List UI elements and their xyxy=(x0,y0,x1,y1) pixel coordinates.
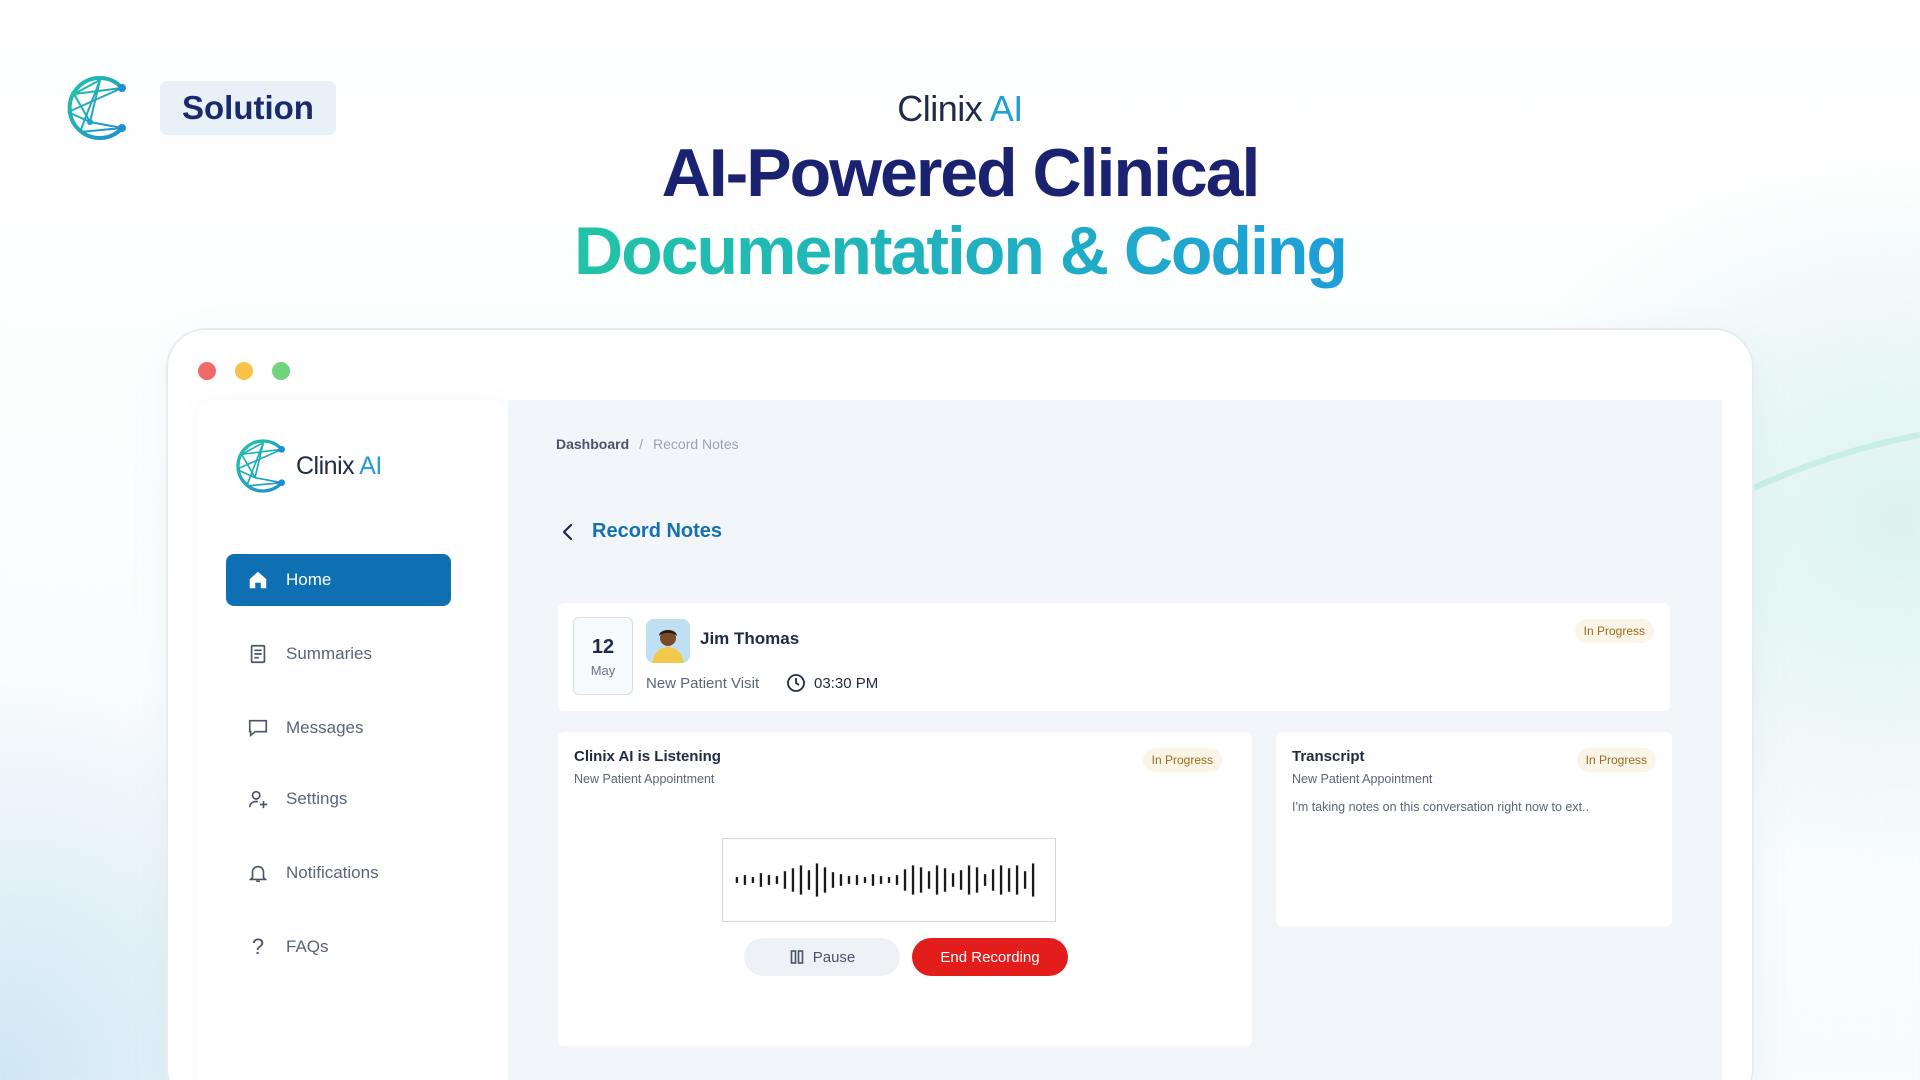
audio-waveform xyxy=(722,838,1056,922)
clock-icon xyxy=(787,674,805,692)
appointment-time: 03:30 PM xyxy=(786,673,878,693)
sidebar-item-settings[interactable]: Settings xyxy=(226,773,451,825)
waveform-icon xyxy=(735,863,1035,897)
appointment-date: 12 May xyxy=(573,617,633,695)
visit-type: New Patient Visit xyxy=(646,675,760,692)
sidebar: Clinix AI Home Summaries Messages Settin… xyxy=(198,400,508,1080)
document-icon xyxy=(246,642,270,666)
sidebar-item-label: Settings xyxy=(286,789,348,808)
sidebar-item-home[interactable]: Home xyxy=(226,554,451,606)
sidebar-brand-name: Clinix xyxy=(296,451,355,480)
headline-line-1: AI-Powered Clinical xyxy=(661,135,1261,211)
breadcrumb-current: Record Notes xyxy=(653,436,739,452)
date-month: May xyxy=(590,663,616,678)
user-settings-icon xyxy=(246,787,270,811)
sidebar-item-label: Summaries xyxy=(286,644,372,663)
breadcrumb-separator: / xyxy=(639,436,644,452)
status-badge: In Progress xyxy=(1576,748,1656,772)
status-badge: In Progress xyxy=(1574,619,1654,643)
sidebar-item-notifications[interactable]: Notifications xyxy=(226,847,451,899)
page-header: Record Notes xyxy=(558,520,722,543)
window-maximize-dot[interactable] xyxy=(272,362,290,380)
sidebar-item-faqs[interactable]: ? FAQs xyxy=(226,921,451,973)
end-recording-button[interactable]: End Recording xyxy=(912,938,1068,976)
home-icon xyxy=(246,568,270,592)
listening-title: Clinix AI is Listening xyxy=(574,748,721,765)
patient-name: Jim Thomas xyxy=(700,629,800,648)
avatar xyxy=(646,619,690,663)
brand-suffix: AI xyxy=(989,88,1024,129)
brand-name: Clinix xyxy=(897,88,983,129)
patient-card: 12 May Jim Thomas New Patient Visit 03:3… xyxy=(558,603,1670,711)
transcript-title: Transcript xyxy=(1292,748,1365,765)
sidebar-brand-text: Clinix AI xyxy=(296,452,382,481)
brand-wordmark: Clinix AI xyxy=(0,88,1920,130)
transcript-text: I'm taking notes on this conversation ri… xyxy=(1292,800,1589,814)
sidebar-item-messages[interactable]: Messages xyxy=(226,702,451,754)
sidebar-item-label: Notifications xyxy=(286,863,379,882)
chat-icon xyxy=(246,716,270,740)
sidebar-item-label: Messages xyxy=(286,718,364,737)
window-minimize-dot[interactable] xyxy=(235,362,253,380)
main-content: Dashboard / Record Notes Record Notes 12… xyxy=(508,400,1722,1080)
sidebar-item-label: Home xyxy=(286,570,332,589)
window-close-dot[interactable] xyxy=(198,362,216,380)
sidebar-logo[interactable]: Clinix AI xyxy=(230,436,382,496)
transcript-subtitle: New Patient Appointment xyxy=(1292,772,1433,786)
pause-button[interactable]: Pause xyxy=(744,938,900,976)
clinix-logo-icon xyxy=(236,439,285,493)
date-day: 12 xyxy=(591,636,615,658)
status-badge: In Progress xyxy=(1142,748,1222,772)
breadcrumb: Dashboard / Record Notes xyxy=(556,436,739,452)
time-value: 03:30 PM xyxy=(814,674,879,692)
listening-card: Clinix AI is Listening New Patient Appoi… xyxy=(558,732,1252,1046)
headline-line-2: Documentation & Coding xyxy=(0,212,1920,290)
chevron-left-icon[interactable] xyxy=(558,522,578,542)
bell-icon xyxy=(246,861,270,885)
sidebar-item-label: FAQs xyxy=(286,937,329,956)
page-title: Record Notes xyxy=(592,520,723,542)
sidebar-brand-suffix: AI xyxy=(359,451,382,480)
sidebar-item-summaries[interactable]: Summaries xyxy=(226,628,451,680)
breadcrumb-dashboard-link[interactable]: Dashboard xyxy=(556,436,629,452)
question-icon: ? xyxy=(251,934,265,959)
headline-gradient-text: Documentation & Coding xyxy=(574,213,1348,289)
listening-subtitle: New Patient Appointment xyxy=(574,772,715,786)
transcript-card: Transcript New Patient Appointment In Pr… xyxy=(1276,732,1672,926)
pause-icon xyxy=(790,950,804,964)
pause-label: Pause xyxy=(812,948,856,966)
